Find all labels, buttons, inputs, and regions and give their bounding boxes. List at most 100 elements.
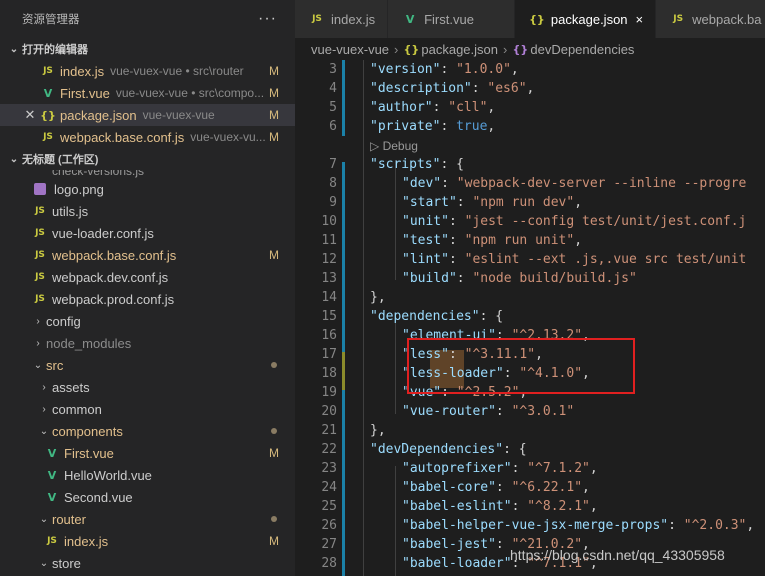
modified-badge: M xyxy=(269,248,279,262)
tree-item[interactable]: JS utils.js xyxy=(0,200,295,222)
tree-folder[interactable]: › config xyxy=(0,310,295,332)
open-editor-path: vue-vuex-vue • src\compo... xyxy=(115,86,265,100)
open-editor-path: vue-vuex-vue xyxy=(142,108,215,122)
json-value: "eslint --ext .js,.vue src test/unit xyxy=(464,252,747,267)
json-value: { xyxy=(518,442,527,457)
line-number: 16 xyxy=(321,328,337,343)
tree-item[interactable]: logo.png xyxy=(0,178,295,200)
json-key: "version" xyxy=(370,62,441,77)
line-number: 28 xyxy=(321,556,337,571)
tree-folder[interactable]: ⌄ src xyxy=(0,354,295,376)
modified-dot xyxy=(271,516,277,522)
tree-item[interactable]: JS webpack.dev.conf.js xyxy=(0,266,295,288)
tree-item-name: config xyxy=(46,313,81,329)
tab-first-vue[interactable]: V First.vue xyxy=(388,0,515,38)
js-file-icon: JS xyxy=(35,250,45,260)
tree-item[interactable]: V Second.vue xyxy=(0,486,295,508)
punctuation: , xyxy=(589,499,598,514)
tree-folder[interactable]: ⌄ components xyxy=(0,420,295,442)
punctuation: : xyxy=(495,480,512,495)
explorer-sidebar: 资源管理器 ··· ⌄ 打开的编辑器 JS index.js vue-vuex-… xyxy=(0,0,295,576)
json-key: "vue-router" xyxy=(402,404,496,419)
tree-item-name: src xyxy=(46,357,64,373)
code-text: "start": "npm run dev", xyxy=(402,195,582,210)
line-number: 21 xyxy=(321,423,337,438)
js-file-icon: JS xyxy=(35,228,45,238)
code-line: 11 "test": "npm run unit", xyxy=(295,231,765,250)
breadcrumb-symbol[interactable]: devDependencies xyxy=(530,42,634,57)
symbol-icon: {} xyxy=(512,42,529,56)
code-line: 8 "dev": "webpack-dev-server --inline --p… xyxy=(295,174,765,193)
punctuation: , xyxy=(487,100,496,115)
chevron-right-icon: › xyxy=(394,41,399,57)
code-line: 20 "vue-router": "^3.0.1" xyxy=(295,402,765,421)
tree-item[interactable]: V First.vue M xyxy=(0,442,295,464)
tree-item[interactable]: JS vue-loader.conf.js xyxy=(0,222,295,244)
punctuation: : xyxy=(440,119,457,134)
debug-codelens[interactable]: ▷ Debug xyxy=(370,139,418,153)
breadcrumb-file[interactable]: package.json xyxy=(421,42,498,57)
tree-item-name: webpack.dev.conf.js xyxy=(52,269,169,285)
open-editor-item[interactable]: JS webpack.base.conf.js vue-vuex-vu... M xyxy=(0,126,295,148)
tree-item[interactable]: JS index.js M xyxy=(0,530,295,552)
tree-folder[interactable]: ⌄ router xyxy=(0,508,295,530)
json-value: "1.0.0" xyxy=(456,62,511,77)
json-key: "description" xyxy=(370,81,472,96)
close-tab-icon[interactable]: × xyxy=(636,12,644,27)
code-line: 14}, xyxy=(295,288,765,307)
tab-package-json[interactable]: {} package.json × xyxy=(514,0,657,38)
punctuation: : xyxy=(503,442,519,457)
tree-item[interactable]: JS webpack.base.conf.js M xyxy=(0,244,295,266)
tree-item-partial[interactable]: check-versions.js xyxy=(0,170,295,178)
modified-badge: M xyxy=(269,64,279,78)
json-value: "webpack-dev-server --inline --progre xyxy=(456,176,747,191)
tree-folder[interactable]: › node_modules xyxy=(0,332,295,354)
tree-item-name: node_modules xyxy=(46,335,132,351)
breadcrumb-root[interactable]: vue-vuex-vue xyxy=(311,42,389,57)
more-actions-icon[interactable]: ··· xyxy=(258,10,277,28)
punctuation: , xyxy=(510,62,519,77)
json-value: { xyxy=(495,309,504,324)
tab-index-js[interactable]: JS index.js xyxy=(295,0,389,38)
open-editor-item-active[interactable]: ✕ {} package.json vue-vuex-vue M xyxy=(0,104,295,126)
json-value: "es6" xyxy=(487,81,527,96)
code-line: 26 "babel-helper-vue-jsx-merge-props": "^… xyxy=(295,516,765,535)
tree-folder[interactable]: › assets xyxy=(0,376,295,398)
code-line: 6 "private": true, xyxy=(295,117,765,136)
code-view[interactable]: 3 "version": "1.0.0", 4 "description": "es6… xyxy=(295,60,765,576)
punctuation: : xyxy=(448,252,465,267)
close-icon[interactable]: ✕ xyxy=(22,107,38,123)
punctuation: : xyxy=(511,461,528,476)
code-line: 4 "description": "es6", xyxy=(295,79,765,98)
chevron-down-icon: ⌄ xyxy=(33,359,43,371)
tree-item-name: webpack.prod.conf.js xyxy=(52,291,175,307)
code-line: 7 "scripts": { xyxy=(295,155,765,174)
json-key: "scripts" xyxy=(370,157,441,172)
json-file-icon: {} xyxy=(40,108,56,122)
workspace-section[interactable]: ⌄ 无标题 (工作区) xyxy=(0,148,295,170)
tree-item-name: Second.vue xyxy=(64,489,133,505)
tree-item-name: store xyxy=(52,555,81,571)
tree-item[interactable]: V HelloWorld.vue xyxy=(0,464,295,486)
punctuation: : xyxy=(448,214,465,229)
open-editor-item[interactable]: V First.vue vue-vuex-vue • src\compo... … xyxy=(0,82,295,104)
tab-webpack-base[interactable]: JS webpack.ba xyxy=(656,0,765,38)
json-value: { xyxy=(456,157,464,172)
modified-badge: M xyxy=(269,534,279,548)
tree-item[interactable]: JS webpack.prod.conf.js xyxy=(0,288,295,310)
tree-folder[interactable]: › common xyxy=(0,398,295,420)
code-text: "author": "cll", xyxy=(370,100,495,115)
vue-file-icon: V xyxy=(43,86,53,100)
code-text: "test": "npm run unit", xyxy=(402,233,582,248)
code-line: 24 "babel-core": "^6.22.1", xyxy=(295,478,765,497)
json-key: "lint" xyxy=(402,252,449,267)
line-number: 20 xyxy=(321,404,337,419)
tree-folder[interactable]: ⌄ store xyxy=(0,552,295,574)
line-number: 14 xyxy=(321,290,337,305)
json-file-icon: {} xyxy=(403,42,420,56)
punctuation: : xyxy=(668,518,684,533)
code-line: 12 "lint": "eslint --ext .js,.vue src tes… xyxy=(295,250,765,269)
open-editor-item[interactable]: JS index.js vue-vuex-vue • src\router M xyxy=(0,60,295,82)
open-editors-section[interactable]: ⌄ 打开的编辑器 xyxy=(0,38,295,60)
code-line: 9 "start": "npm run dev", xyxy=(295,193,765,212)
